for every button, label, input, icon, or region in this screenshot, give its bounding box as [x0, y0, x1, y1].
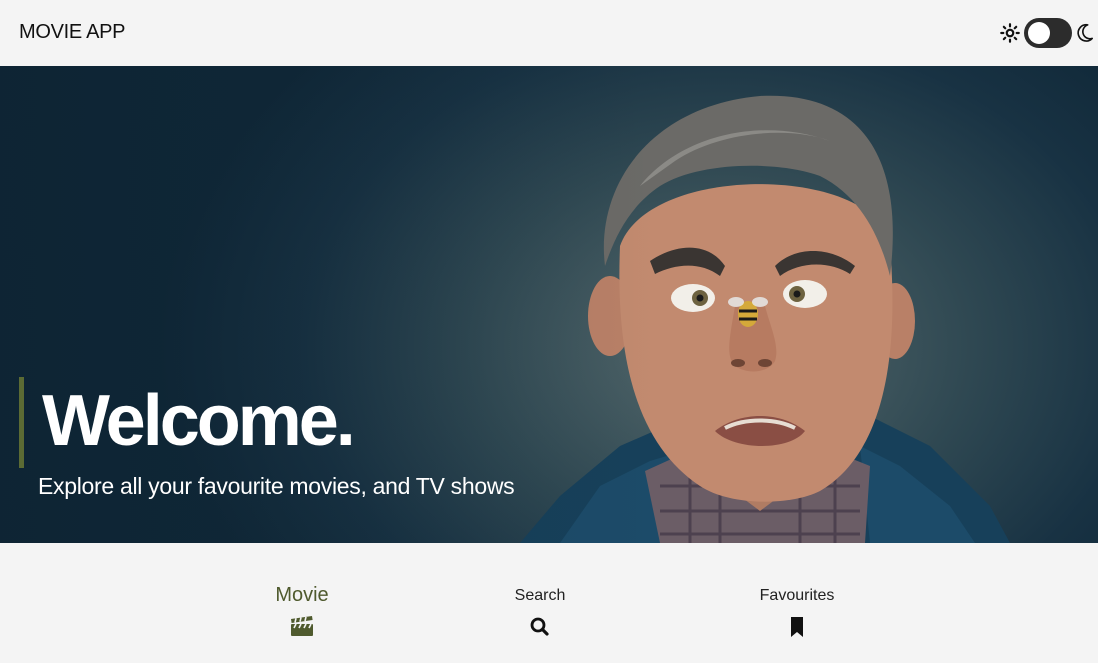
nav-item-favourites[interactable]: Favourites	[717, 583, 877, 638]
nav-item-label: Favourites	[759, 587, 835, 604]
welcome-accent-bar	[19, 377, 24, 468]
hero-banner: Welcome. Explore all your favourite movi…	[0, 66, 1098, 543]
theme-controls	[1000, 17, 1094, 49]
nav-item-search[interactable]: Search	[460, 583, 620, 638]
clapperboard-icon	[291, 616, 313, 636]
bookmark-icon	[791, 617, 803, 637]
hero-title: Welcome.	[42, 381, 356, 461]
theme-toggle[interactable]	[1024, 18, 1072, 48]
sun-icon	[1000, 23, 1020, 43]
nav-item-label: Movie	[275, 584, 329, 606]
app-title: MOVIE APP	[19, 21, 126, 43]
nav-item-label: Search	[514, 587, 566, 604]
search-icon	[530, 617, 549, 636]
bottom-nav: Movie Search Favourites	[0, 543, 1098, 663]
hero-subtitle: Explore all your favourite movies, and T…	[38, 473, 515, 499]
nav-item-movie[interactable]: Movie	[222, 583, 382, 637]
moon-icon	[1077, 24, 1094, 42]
app-header: MOVIE APP	[0, 0, 1098, 66]
theme-toggle-knob	[1028, 22, 1050, 44]
